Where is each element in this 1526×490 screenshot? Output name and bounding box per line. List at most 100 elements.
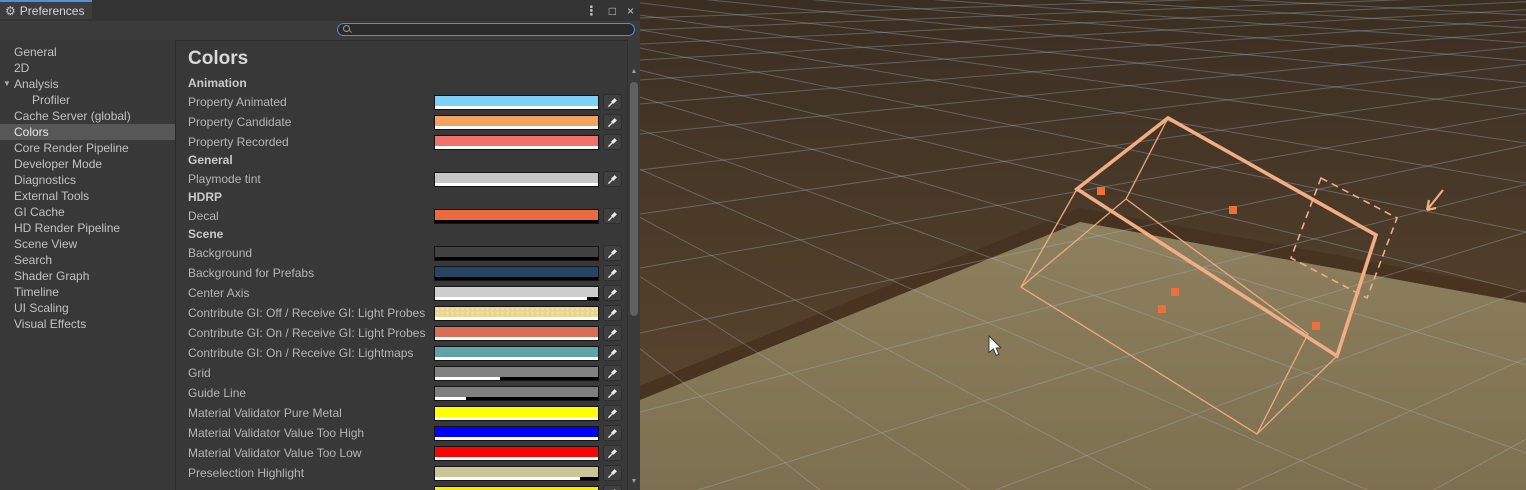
color-swatch[interactable] [434, 406, 599, 421]
color-swatch[interactable] [434, 115, 599, 130]
color-swatch[interactable] [434, 246, 599, 261]
colors-panel: Colors AnimationProperty AnimatedPropert… [176, 40, 627, 490]
color-row: Playmode tint [176, 169, 627, 189]
eyedropper-icon [606, 367, 619, 380]
resize-handle[interactable] [1171, 288, 1179, 296]
eyedropper-button[interactable] [603, 171, 622, 187]
eyedropper-icon [606, 247, 619, 260]
color-row: Decal [176, 206, 627, 226]
swatch-color [435, 387, 598, 397]
color-swatch[interactable] [434, 386, 599, 401]
scroll-up-icon[interactable]: ▲ [628, 66, 640, 78]
sidebar-item-label: Search [14, 253, 52, 267]
color-swatch[interactable] [434, 466, 599, 481]
sidebar-item-diagnostics[interactable]: Diagnostics [0, 172, 175, 188]
sidebar-item-ui-scaling[interactable]: UI Scaling [0, 300, 175, 316]
eyedropper-icon [606, 136, 619, 149]
sidebar-item-cache-server-global-[interactable]: Cache Server (global) [0, 108, 175, 124]
color-row: Material Validator Value Too High [176, 423, 627, 443]
sidebar-item-shader-graph[interactable]: Shader Graph [0, 268, 175, 284]
eyedropper-button[interactable] [603, 385, 622, 401]
color-swatch[interactable] [434, 95, 599, 110]
color-swatch[interactable] [434, 209, 599, 224]
resize-handle[interactable] [1312, 322, 1320, 330]
eyedropper-button[interactable] [603, 305, 622, 321]
sidebar-item-hd-render-pipeline[interactable]: HD Render Pipeline [0, 220, 175, 236]
swatch-alpha-bar [435, 106, 598, 109]
kebab-menu-icon[interactable]: ⋮ [585, 4, 598, 17]
sidebar-item-timeline[interactable]: Timeline [0, 284, 175, 300]
color-row: Material Validator Pure Metal [176, 403, 627, 423]
eyedropper-button[interactable] [603, 208, 622, 224]
color-swatch[interactable] [434, 135, 599, 150]
scrollbar[interactable]: ▲ ▼ [627, 40, 640, 490]
resize-handle[interactable] [1097, 187, 1105, 195]
search-input[interactable] [337, 23, 635, 36]
color-swatch[interactable] [434, 426, 599, 441]
eyedropper-button[interactable] [603, 94, 622, 110]
color-row: Center Axis [176, 283, 627, 303]
color-swatch[interactable] [434, 306, 599, 321]
swatch-alpha-bar [435, 257, 598, 260]
eyedropper-icon [606, 287, 619, 300]
sidebar-item-label: Analysis [14, 77, 59, 91]
eyedropper-button[interactable] [603, 245, 622, 261]
scene-view[interactable] [640, 0, 1526, 490]
close-icon[interactable]: × [627, 5, 634, 17]
color-label: Property Candidate [188, 115, 434, 129]
maximize-icon[interactable]: □ [609, 5, 616, 17]
eyedropper-button[interactable] [603, 325, 622, 341]
sidebar-item-search[interactable]: Search [0, 252, 175, 268]
color-label: Guide Line [188, 386, 434, 400]
eyedropper-icon [606, 407, 619, 420]
swatch-color [435, 287, 598, 297]
resize-handle[interactable] [1229, 206, 1237, 214]
eyedropper-button[interactable] [603, 465, 622, 481]
eyedropper-button[interactable] [603, 405, 622, 421]
color-swatch[interactable] [434, 172, 599, 187]
swatch-color [435, 210, 598, 220]
sidebar-item-colors[interactable]: Colors [0, 124, 175, 140]
sidebar-item-core-render-pipeline[interactable]: Core Render Pipeline [0, 140, 175, 156]
swatch-alpha-bar [435, 297, 598, 300]
tab-preferences[interactable]: ⚙ Preferences [0, 0, 92, 19]
swatch-alpha-bar [435, 457, 598, 460]
color-label: Grid [188, 366, 434, 380]
sidebar-item-label: HD Render Pipeline [14, 221, 120, 235]
sidebar-item-analysis[interactable]: ▼Analysis [0, 76, 175, 92]
color-swatch[interactable] [434, 326, 599, 341]
swatch-alpha-bar [435, 220, 598, 223]
color-swatch[interactable] [434, 346, 599, 361]
color-row: Background [176, 243, 627, 263]
eyedropper-button[interactable] [603, 265, 622, 281]
sidebar-item-profiler[interactable]: Profiler [0, 92, 175, 108]
sidebar-item-visual-effects[interactable]: Visual Effects [0, 316, 175, 332]
scroll-down-icon[interactable]: ▼ [628, 476, 640, 488]
eyedropper-button[interactable] [603, 114, 622, 130]
color-swatch[interactable] [434, 446, 599, 461]
sidebar-item-2d[interactable]: 2D [0, 60, 175, 76]
sidebar-item-general[interactable]: General [0, 44, 175, 60]
eyedropper-button[interactable] [603, 425, 622, 441]
swatch-alpha-bar [435, 126, 598, 129]
color-swatch[interactable] [434, 266, 599, 281]
sidebar-item-scene-view[interactable]: Scene View [0, 236, 175, 252]
color-label: Background for Prefabs [188, 266, 434, 280]
eyedropper-button[interactable] [603, 285, 622, 301]
scrollbar-thumb[interactable] [630, 82, 638, 316]
color-swatch[interactable] [434, 286, 599, 301]
color-swatch[interactable] [434, 366, 599, 381]
resize-handle[interactable] [1158, 305, 1166, 313]
sidebar-item-developer-mode[interactable]: Developer Mode [0, 156, 175, 172]
sidebar-item-label: UI Scaling [14, 301, 69, 315]
color-swatch[interactable] [434, 486, 599, 490]
sidebar-item-external-tools[interactable]: External Tools [0, 188, 175, 204]
eyedropper-button[interactable] [603, 445, 622, 461]
eyedropper-button[interactable] [603, 345, 622, 361]
sidebar-item-gi-cache[interactable]: GI Cache [0, 204, 175, 220]
color-label: Playmode tint [188, 172, 434, 186]
eyedropper-button[interactable] [603, 134, 622, 150]
eyedropper-button[interactable] [603, 365, 622, 381]
foldout-icon[interactable]: ▼ [3, 80, 11, 88]
eyedropper-button[interactable] [603, 485, 622, 490]
